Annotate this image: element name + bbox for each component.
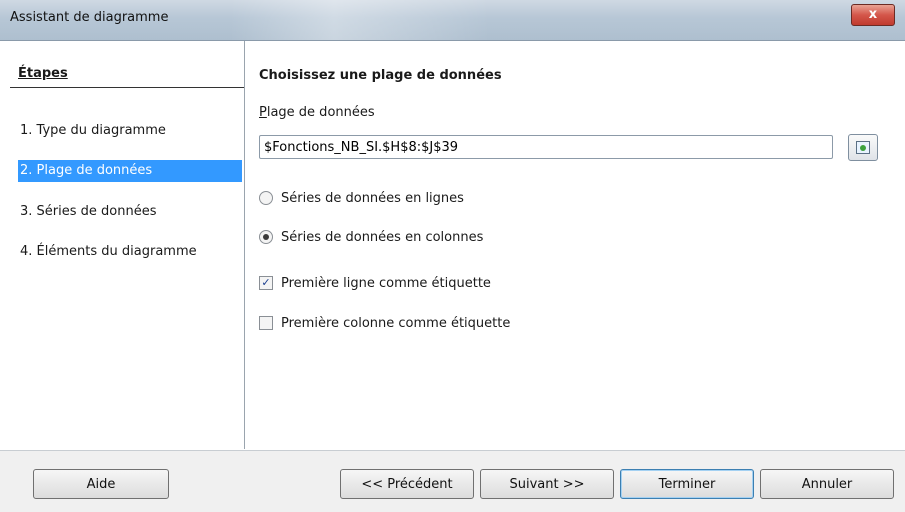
chart-wizard-dialog: Assistant de diagramme x Étapes 1. Type … (0, 0, 905, 512)
data-range-input[interactable] (259, 135, 833, 159)
series-in-rows-option[interactable]: Séries de données en lignes (259, 189, 464, 209)
title-bar-reflection (230, 0, 490, 40)
series-in-columns-option[interactable]: Séries de données en colonnes (259, 228, 483, 248)
button-bar: Aide << Précédent Suivant >> Terminer An… (0, 450, 905, 512)
steps-pane: Étapes 1. Type du diagramme 2. Plage de … (10, 41, 245, 449)
data-range-panel: Choisissez une plage de données Plage de… (245, 41, 895, 449)
radio-rows[interactable] (259, 190, 273, 205)
window-title: Assistant de diagramme (10, 10, 169, 25)
steps-heading: Étapes (10, 66, 244, 88)
close-button[interactable]: x (851, 4, 895, 26)
cancel-button[interactable]: Annuler (760, 469, 894, 499)
shrink-dialog-icon (856, 141, 870, 154)
range-label-rest: lage de données (266, 105, 375, 120)
first-row-checkbox[interactable]: ✓ (259, 275, 273, 290)
range-label: Plage de données (259, 105, 375, 120)
step-data-series[interactable]: 3. Séries de données (18, 201, 156, 223)
shrink-button[interactable] (848, 134, 878, 161)
first-column-label-option[interactable]: Première colonne comme étiquette (259, 314, 510, 334)
first-column-label: Première colonne comme étiquette (281, 316, 511, 331)
first-row-label: Première ligne comme étiquette (281, 276, 491, 291)
next-button[interactable]: Suivant >> (480, 469, 614, 499)
first-column-checkbox[interactable] (259, 315, 273, 330)
section-title: Choisissez une plage de données (259, 68, 502, 83)
step-chart-elements[interactable]: 4. Éléments du diagramme (18, 241, 197, 263)
step-chart-type[interactable]: 1. Type du diagramme (18, 120, 166, 142)
close-icon: x (868, 7, 878, 22)
radio-columns[interactable] (259, 229, 273, 244)
finish-button[interactable]: Terminer (620, 469, 754, 499)
previous-button[interactable]: << Précédent (340, 469, 474, 499)
step-data-range[interactable]: 2. Plage de données (18, 160, 242, 182)
first-row-label-option[interactable]: ✓ Première ligne comme étiquette (259, 274, 491, 294)
radio-columns-label: Séries de données en colonnes (281, 230, 484, 245)
radio-rows-label: Séries de données en lignes (281, 191, 464, 206)
title-bar: Assistant de diagramme x (0, 0, 905, 41)
help-button[interactable]: Aide (33, 469, 169, 499)
